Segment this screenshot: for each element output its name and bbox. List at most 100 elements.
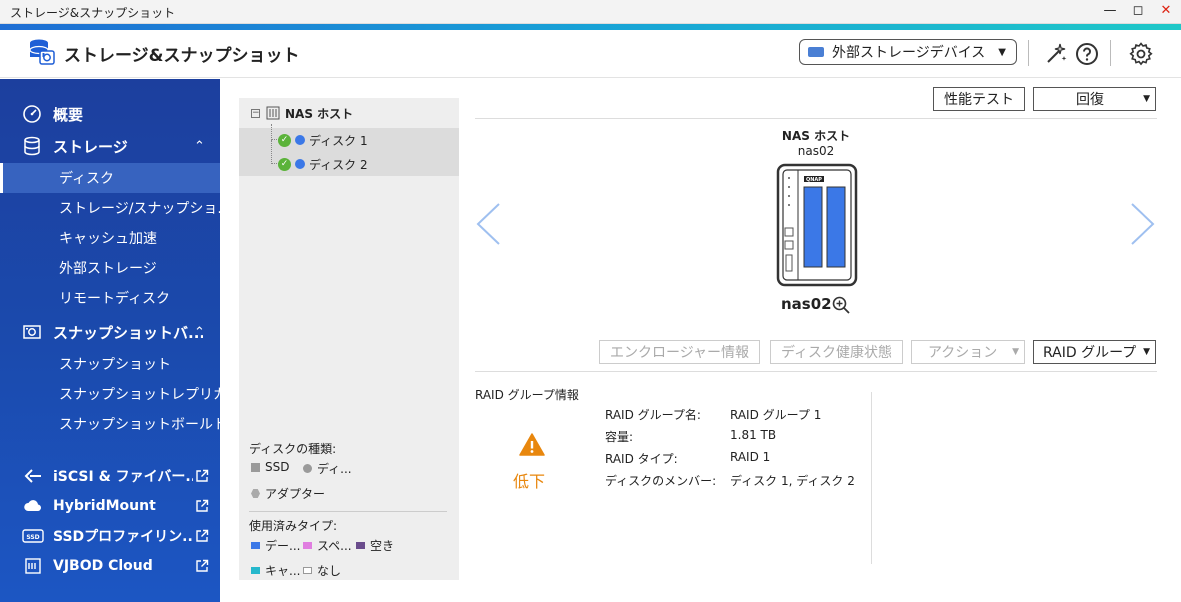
sidebar-link-iscsi[interactable]: iSCSI & ファイバー... bbox=[0, 461, 220, 491]
sidebar-item-snapshot-replica[interactable]: スナップショットレプリカ bbox=[0, 379, 220, 409]
nav-next-arrow[interactable] bbox=[1130, 202, 1156, 250]
sidebar-link-hybridmount[interactable]: HybridMount bbox=[0, 491, 220, 521]
app-title: ストレージ&スナップショット bbox=[64, 46, 300, 66]
detail-key: RAID タイプ: bbox=[605, 452, 678, 466]
chevron-up-icon[interactable]: ⌃ bbox=[194, 325, 205, 340]
legend-hdd: ディ... bbox=[303, 460, 352, 477]
sidebar-item-snapshot[interactable]: スナップショット bbox=[0, 349, 220, 379]
action-label: アクション bbox=[928, 345, 998, 361]
sidebar-overview[interactable]: 概要 bbox=[0, 99, 220, 129]
detail-key: ディスクのメンバー: bbox=[605, 474, 717, 488]
disk-health-button[interactable]: ディスク健康状態 bbox=[770, 340, 903, 364]
color-swatch-icon bbox=[303, 542, 312, 549]
external-link-icon[interactable] bbox=[195, 469, 209, 483]
sidebar-item-disk[interactable]: ディスク bbox=[0, 163, 220, 193]
recover-label: 回復 bbox=[1076, 92, 1104, 108]
window-titlebar: ストレージ&スナップショット — ◻ ✕ bbox=[0, 0, 1181, 24]
legend-label: 空き bbox=[370, 539, 395, 553]
chevron-down-icon: ▼ bbox=[998, 46, 1006, 58]
iscsi-icon bbox=[22, 466, 44, 486]
vjbod-icon bbox=[22, 556, 44, 576]
detail-value: RAID 1 bbox=[730, 450, 771, 464]
detail-value: ディスク 1, ディスク 2 bbox=[730, 474, 855, 488]
minimize-icon[interactable]: — bbox=[1101, 2, 1119, 20]
detail-value: RAID グループ 1 bbox=[730, 408, 822, 422]
sidebar: 概要 ストレージ ⌃ ディスク ストレージ/スナップショ... キャッシュ加速 … bbox=[0, 79, 220, 602]
legend-adapter: アダプター bbox=[251, 485, 325, 502]
external-link-icon[interactable] bbox=[195, 529, 209, 543]
detail-key: 容量: bbox=[605, 430, 634, 444]
chevron-down-icon: ▼ bbox=[1012, 347, 1019, 357]
recover-select[interactable]: 回復 ▼ bbox=[1033, 87, 1156, 111]
action-select[interactable]: アクション ▼ bbox=[911, 340, 1025, 364]
legend-label: アダプター bbox=[265, 487, 326, 501]
sidebar-item-storage-snapshot[interactable]: ストレージ/スナップショ... bbox=[0, 193, 220, 223]
color-swatch-icon bbox=[251, 542, 260, 549]
sidebar-link-ssd-profiling[interactable]: SSD SSDプロファイリン... bbox=[0, 521, 220, 551]
perf-test-button[interactable]: 性能テスト bbox=[933, 87, 1025, 111]
sidebar-snapshot[interactable]: スナップショットバ... ⌃ bbox=[0, 317, 220, 347]
app-header: ストレージ&スナップショット 外部ストレージデバイス ▼ bbox=[0, 30, 1181, 78]
close-icon[interactable]: ✕ bbox=[1157, 2, 1175, 20]
nas-host-icon bbox=[266, 106, 280, 120]
disk-tree-panel: − NAS ホスト ✓ ディスク 1 ✓ ディスク 2 ディスクの種類: SSD… bbox=[239, 98, 459, 580]
used-type-legend-title: 使用済みタイプ: bbox=[249, 519, 338, 533]
enclosure-info-button[interactable]: エンクロージャー情報 bbox=[599, 340, 760, 364]
legend-used-type: デー... bbox=[251, 537, 300, 554]
detail-value: 1.81 TB bbox=[730, 428, 777, 442]
brand-logo: QNAP bbox=[806, 177, 822, 183]
magic-wand-icon[interactable] bbox=[1044, 42, 1068, 66]
disk-dot-icon bbox=[295, 159, 305, 169]
sidebar-link-hybridmount-label: HybridMount bbox=[53, 498, 156, 514]
tree-node-nas-host[interactable]: − NAS ホスト bbox=[239, 101, 459, 125]
chevron-up-icon[interactable]: ⌃ bbox=[194, 139, 205, 154]
divider bbox=[475, 118, 1157, 119]
help-icon[interactable] bbox=[1075, 42, 1099, 66]
legend-label: SSD bbox=[265, 460, 290, 474]
nas-device-image[interactable]: QNAP bbox=[776, 163, 858, 287]
host-name: nas02 bbox=[797, 144, 835, 158]
nav-prev-arrow[interactable] bbox=[475, 202, 501, 250]
maximize-icon[interactable]: ◻ bbox=[1129, 2, 1147, 20]
external-link-icon[interactable] bbox=[195, 559, 209, 573]
circle-icon bbox=[303, 464, 312, 473]
raid-info-title: RAID グループ情報 bbox=[475, 388, 579, 402]
collapse-toggle-icon[interactable]: − bbox=[251, 108, 260, 118]
host-label: NAS ホスト bbox=[781, 129, 851, 143]
external-link-icon[interactable] bbox=[195, 499, 209, 513]
storage-app-icon bbox=[29, 39, 55, 65]
legend-label: なし bbox=[317, 564, 342, 578]
camera-icon bbox=[22, 322, 42, 342]
settings-icon[interactable] bbox=[1129, 42, 1153, 66]
square-icon bbox=[251, 462, 260, 472]
color-swatch-icon bbox=[303, 567, 312, 574]
main-panel: 性能テスト 回復 ▼ NAS ホスト nas02 QNAP nas02 エンクロ… bbox=[475, 86, 1157, 586]
sidebar-item-snapshot-vault[interactable]: スナップショットボールト bbox=[0, 409, 220, 439]
sidebar-item-external-storage[interactable]: 外部ストレージ bbox=[0, 253, 220, 283]
tree-node-disk-2[interactable]: ✓ ディスク 2 bbox=[239, 140, 459, 176]
external-device-select[interactable]: 外部ストレージデバイス ▼ bbox=[799, 39, 1017, 65]
sidebar-item-remote-disk[interactable]: リモートディスク bbox=[0, 283, 220, 313]
detail-key: RAID グループ名: bbox=[605, 408, 701, 422]
legend-label: デー... bbox=[265, 539, 301, 553]
sidebar-link-vjbod-cloud[interactable]: VJBOD Cloud bbox=[0, 551, 220, 581]
legend-ssd: SSD bbox=[251, 460, 289, 474]
device-name: nas02 bbox=[781, 295, 832, 313]
external-device-label: 外部ストレージデバイス bbox=[832, 45, 986, 61]
divider bbox=[249, 511, 447, 512]
color-swatch-icon bbox=[356, 542, 365, 549]
sidebar-link-iscsi-label: iSCSI & ファイバー... bbox=[53, 469, 193, 485]
disk-type-legend-title: ディスクの種類: bbox=[249, 442, 337, 456]
tree-disk-label: ディスク 1 bbox=[309, 133, 368, 148]
svg-text:SSD: SSD bbox=[26, 534, 39, 541]
sidebar-link-vjbod-label: VJBOD Cloud bbox=[53, 558, 153, 574]
raid-status: 低下 bbox=[513, 472, 546, 491]
sidebar-snapshot-label: スナップショットバ... bbox=[53, 323, 203, 342]
sidebar-item-cache[interactable]: キャッシュ加速 bbox=[0, 223, 220, 253]
chevron-down-icon: ▼ bbox=[1143, 94, 1150, 104]
zoom-in-icon[interactable] bbox=[832, 296, 850, 314]
raid-group-label: RAID グループ bbox=[1043, 345, 1137, 361]
raid-group-select[interactable]: RAID グループ ▼ bbox=[1033, 340, 1156, 364]
sidebar-storage[interactable]: ストレージ ⌃ bbox=[0, 131, 220, 161]
disk-dot-icon bbox=[295, 135, 305, 145]
